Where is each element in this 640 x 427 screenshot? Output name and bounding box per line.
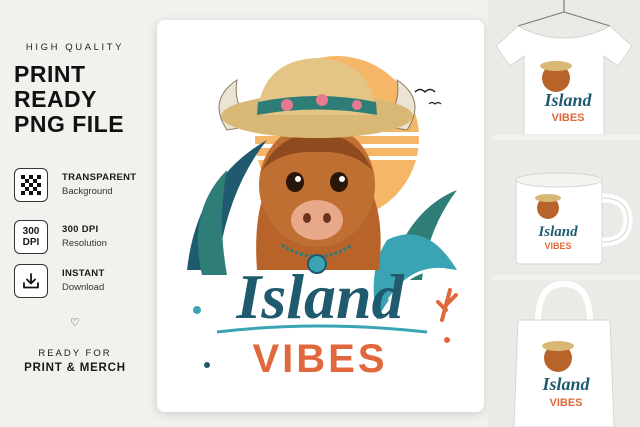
design-word-vibes: VIBES <box>252 337 387 381</box>
feature-download: INSTANT Download <box>14 264 149 302</box>
feature-title: TRANSPARENT <box>62 172 137 183</box>
kicker-text: HIGH QUALITY <box>25 42 125 53</box>
mug-word-vibes: VIBES <box>544 241 571 251</box>
feature-subtitle: Resolution <box>62 238 107 249</box>
tshirt-word-island: Island <box>543 90 592 110</box>
info-panel: HIGH QUALITY PRINT READY PNG FILE TRANSP… <box>0 0 150 427</box>
dpi-badge: 300 DPI <box>14 220 48 254</box>
feature-subtitle: Download <box>62 282 105 293</box>
tshirt-mockup: Island VIBES <box>488 0 640 135</box>
tshirt-word-vibes: VIBES <box>551 112 584 124</box>
download-icon <box>14 264 48 298</box>
feature-title: 300 DPI <box>62 224 99 235</box>
dpi-badge-number: 300 <box>22 226 40 237</box>
design-word-island: Island <box>235 261 404 332</box>
ready-for-text: READY FOR <box>38 348 112 359</box>
feature-subtitle: Background <box>62 186 113 197</box>
heart-icon: ♡ <box>70 317 80 329</box>
mug-word-island: Island <box>537 224 578 240</box>
print-merch-text: PRINT & MERCH <box>24 362 126 374</box>
tote-word-island: Island <box>541 374 590 394</box>
headline: PRINT READY PNG FILE <box>14 62 150 137</box>
feature-title: INSTANT <box>62 268 105 279</box>
design-preview-card: Island VIBES <box>157 20 484 412</box>
headline-line-1: PRINT READY <box>14 61 98 112</box>
highland-cow-illustration: Island VIBES <box>187 56 458 381</box>
tote-word-vibes: VIBES <box>549 397 582 409</box>
feature-dpi: 300 DPI 300 DPI Resolution <box>14 220 149 258</box>
headline-line-2: PNG FILE <box>14 111 125 137</box>
mug-mockup: Island VIBES <box>488 140 640 275</box>
tote-bag-mockup: Island VIBES <box>488 280 640 427</box>
dpi-badge-unit: DPI <box>22 237 40 248</box>
checkerboard-icon <box>14 168 48 202</box>
feature-transparent: TRANSPARENT Background <box>14 168 149 206</box>
